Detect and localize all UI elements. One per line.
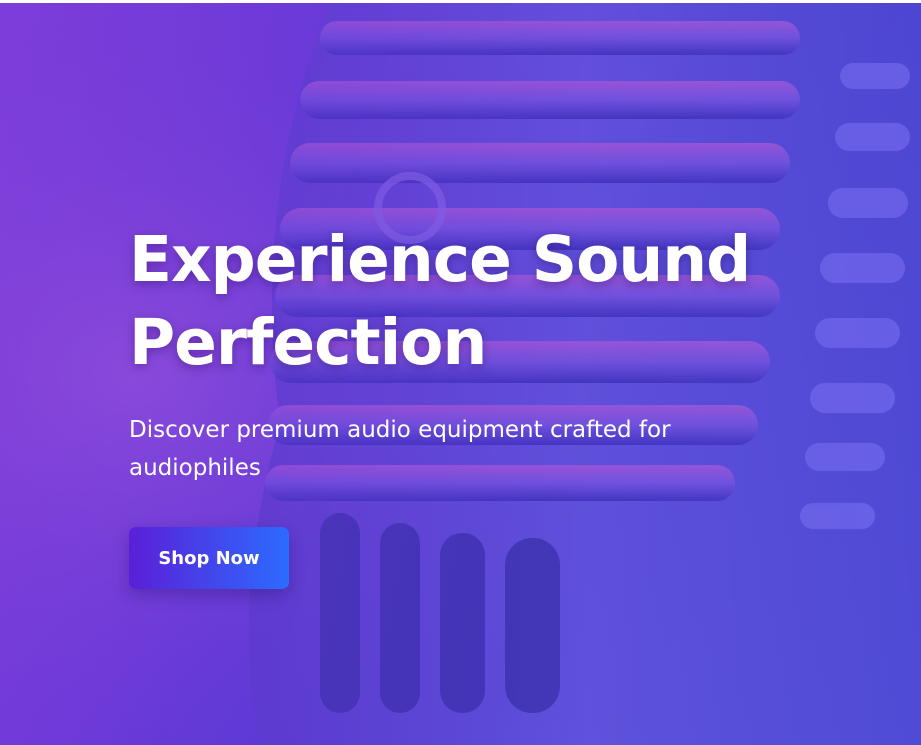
hero-section: Experience Sound Perfection Discover pre… — [0, 3, 921, 745]
hero-content: Experience Sound Perfection Discover pre… — [129, 218, 829, 589]
hero-title: Experience Sound Perfection — [129, 223, 751, 379]
hero-subtitle: Discover premium audio equipment crafted… — [129, 417, 671, 481]
shop-now-button[interactable]: Shop Now — [129, 527, 289, 589]
